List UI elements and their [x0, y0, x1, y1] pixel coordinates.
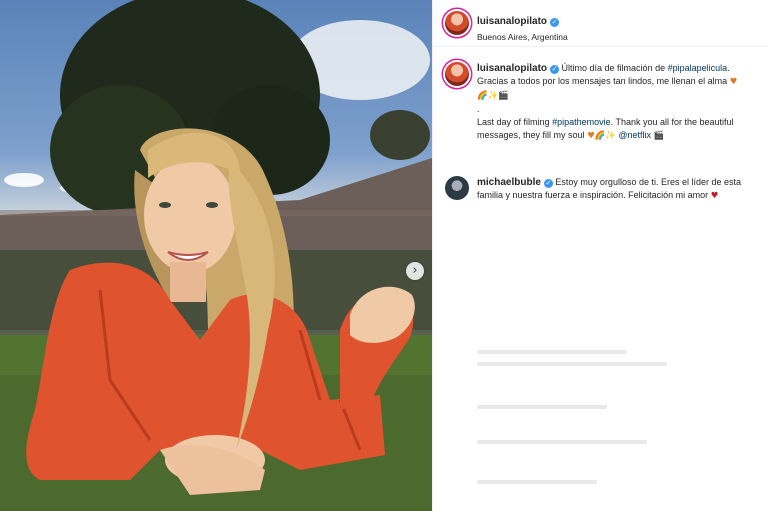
caption-author-username[interactable]: luisanalopilato	[477, 63, 547, 74]
commenter-avatar[interactable]	[445, 176, 469, 200]
red-heart-icon: ♥	[710, 191, 719, 201]
caption-avatar-wrap	[445, 62, 469, 86]
caption-es-text: Último día de filmación de	[561, 63, 666, 73]
faded-comment-line	[477, 440, 647, 444]
verified-icon: ✓	[550, 18, 560, 27]
post-header: luisanalopilato ✓ Buenos Aires, Argentina	[433, 0, 768, 47]
rainbow-icon: 🌈	[594, 131, 606, 141]
instagram-post: › luisanalopilato ✓ Buenos Aires, Argenti…	[0, 0, 768, 511]
orange-heart-icon: ♥	[729, 77, 738, 87]
post-photo[interactable]: ›	[0, 0, 432, 511]
caption-dot: .	[477, 104, 480, 114]
verified-icon: ✓	[543, 179, 553, 188]
faded-comment-line	[477, 480, 597, 484]
rainbow-icon: 🌈	[477, 91, 488, 101]
caption-author-avatar[interactable]	[445, 62, 469, 86]
hashtag-pipalapelicula[interactable]: #pipalapelicula	[668, 63, 728, 73]
caption-en-text: Last day of filming	[477, 117, 550, 127]
author-username[interactable]: luisanalopilato	[477, 16, 547, 27]
post-location[interactable]: Buenos Aires, Argentina	[477, 32, 568, 42]
verified-icon: ✓	[550, 65, 560, 74]
caption: luisanalopilato ✓ Último día de filmación…	[477, 62, 759, 143]
author-avatar[interactable]	[445, 11, 469, 35]
mention-netflix[interactable]: @netflix	[618, 130, 651, 140]
clapper-icon: 🎬	[653, 131, 665, 141]
comment: michaelbuble ✓ Estoy muy orgulloso de ti.…	[477, 176, 759, 203]
faded-comment-line	[477, 405, 607, 409]
commenter-username[interactable]: michaelbuble	[477, 177, 541, 188]
sparkles-icon: ✨	[487, 91, 499, 101]
clapper-icon: 🎬	[498, 91, 509, 101]
post-side-panel: luisanalopilato ✓ Buenos Aires, Argentina…	[432, 0, 768, 511]
next-photo-button[interactable]: ›	[406, 262, 424, 280]
faded-comment-line	[477, 362, 667, 366]
photo-illustration	[0, 0, 432, 511]
author-block: luisanalopilato ✓ Buenos Aires, Argentina	[477, 11, 568, 42]
orange-heart-icon: ♥	[587, 131, 595, 141]
faded-comment-line	[477, 350, 627, 354]
hashtag-pipathemovie[interactable]: #pipathemovie	[552, 117, 611, 127]
sparkles-icon: ✨	[605, 131, 616, 141]
